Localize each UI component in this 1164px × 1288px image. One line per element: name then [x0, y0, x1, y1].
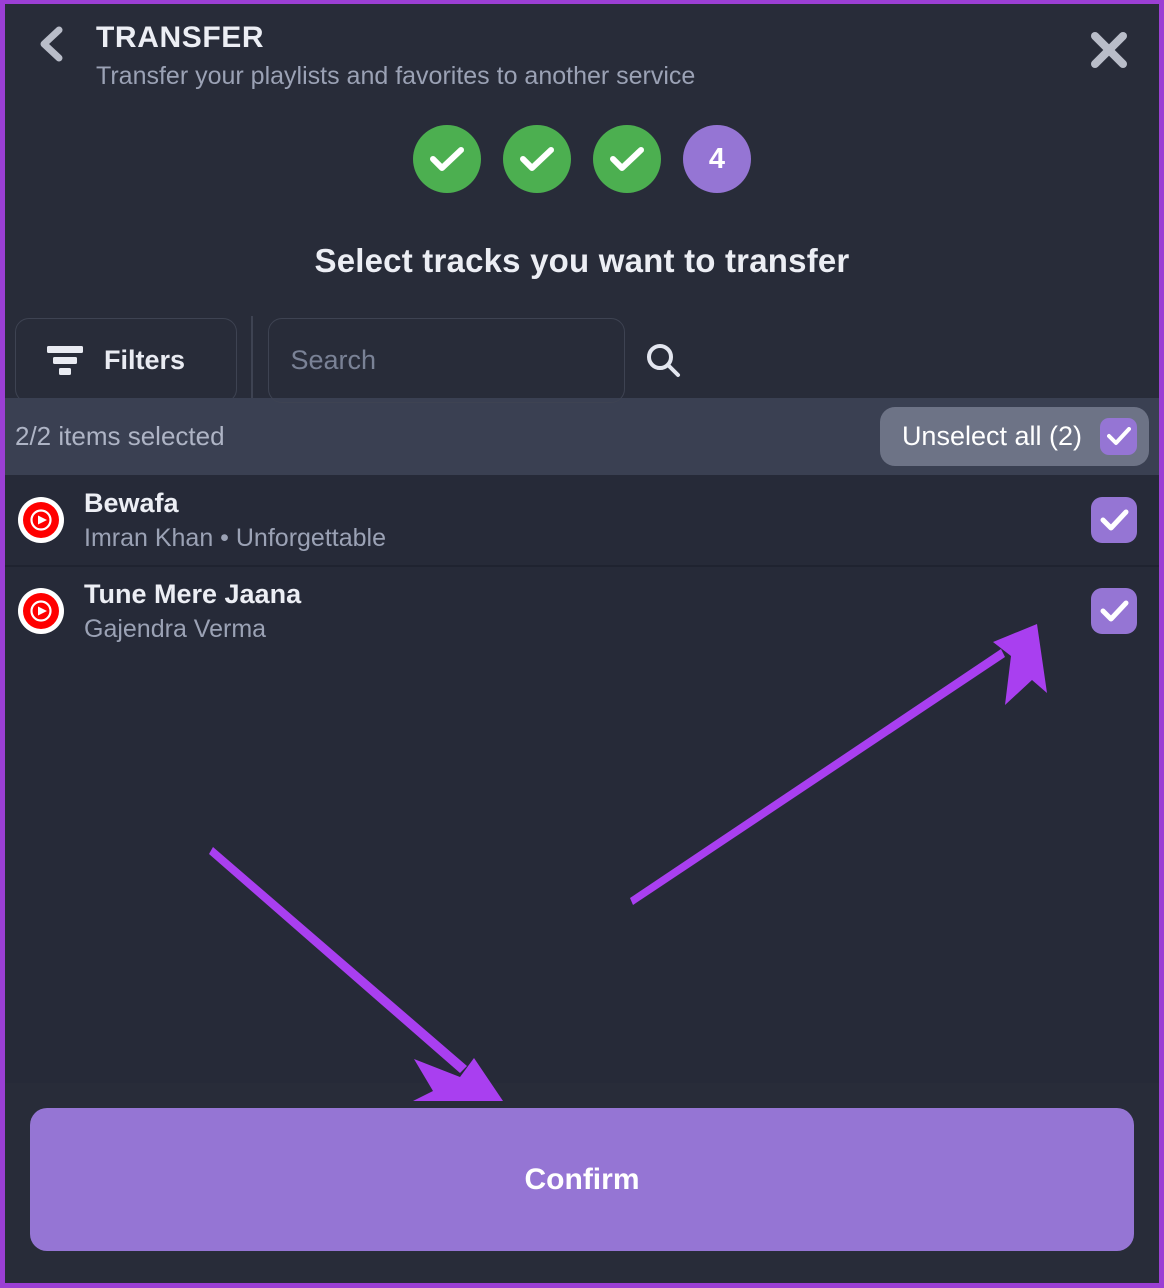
track-checkbox[interactable] — [1091, 497, 1137, 543]
check-icon — [1100, 509, 1128, 530]
list-empty-space — [5, 655, 1159, 1083]
track-subtitle: Imran Khan • Unforgettable — [84, 523, 386, 552]
search-box[interactable] — [267, 317, 680, 403]
close-button[interactable] — [1086, 27, 1132, 73]
page-title: TRANSFER — [96, 21, 265, 54]
check-icon — [1100, 600, 1128, 621]
check-icon — [1106, 427, 1131, 445]
search-input[interactable] — [268, 344, 645, 376]
track-title: Bewafa — [84, 487, 179, 518]
filters-label: Filters — [104, 344, 186, 375]
table-row[interactable]: Tune Mere Jaana Gajendra Verma — [5, 565, 1159, 655]
selected-count-label: 2/2 items selected — [15, 421, 225, 451]
youtube-music-icon — [18, 497, 64, 543]
youtube-music-icon — [18, 588, 64, 634]
toolbar-divider — [251, 316, 253, 404]
track-info: Tune Mere Jaana Gajendra Verma — [84, 579, 1091, 644]
step-indicator-2[interactable] — [503, 125, 571, 193]
track-info: Bewafa Imran Khan • Unforgettable — [84, 488, 1091, 553]
step-number-label: 4 — [708, 142, 726, 175]
step-indicator-1[interactable] — [413, 125, 481, 193]
selection-summary-bar: 2/2 items selected Unselect all (2) — [5, 398, 1159, 475]
header-text-block: TRANSFER Transfer your playlists and fav… — [5, 22, 1159, 90]
confirm-button[interactable]: Confirm — [30, 1108, 1134, 1251]
transfer-dialog: TRANSFER Transfer your playlists and fav… — [0, 0, 1164, 1288]
close-icon — [1091, 32, 1127, 68]
dialog-footer: Confirm — [5, 1083, 1159, 1283]
dialog-header: TRANSFER Transfer your playlists and fav… — [5, 4, 1159, 111]
filters-button[interactable]: Filters — [15, 317, 237, 403]
track-list: Bewafa Imran Khan • Unforgettable Tune M… — [5, 475, 1159, 655]
step-indicator-3[interactable] — [593, 125, 661, 193]
unselect-all-button[interactable]: Unselect all (2) — [879, 407, 1149, 466]
search-button[interactable] — [645, 342, 709, 378]
check-icon — [610, 147, 644, 171]
track-subtitle: Gajendra Verma — [84, 614, 267, 643]
filter-search-toolbar: Filters — [5, 280, 1159, 404]
track-title: Tune Mere Jaana — [84, 578, 302, 609]
back-button[interactable] — [29, 22, 73, 66]
table-row[interactable]: Bewafa Imran Khan • Unforgettable — [5, 475, 1159, 565]
unselect-all-label: Unselect all (2) — [901, 421, 1082, 451]
filter-icon — [47, 346, 83, 375]
search-icon — [646, 344, 680, 377]
section-heading: Select tracks you want to transfer — [5, 193, 1159, 280]
check-icon — [430, 147, 464, 171]
chevron-left-icon — [40, 26, 63, 62]
check-icon — [520, 147, 554, 171]
page-subtitle: Transfer your playlists and favorites to… — [96, 61, 696, 90]
step-indicator-4[interactable]: 4 — [683, 125, 751, 193]
unselect-all-checkbox[interactable] — [1100, 418, 1137, 455]
track-checkbox[interactable] — [1091, 588, 1137, 634]
progress-stepper: 4 — [5, 111, 1159, 193]
